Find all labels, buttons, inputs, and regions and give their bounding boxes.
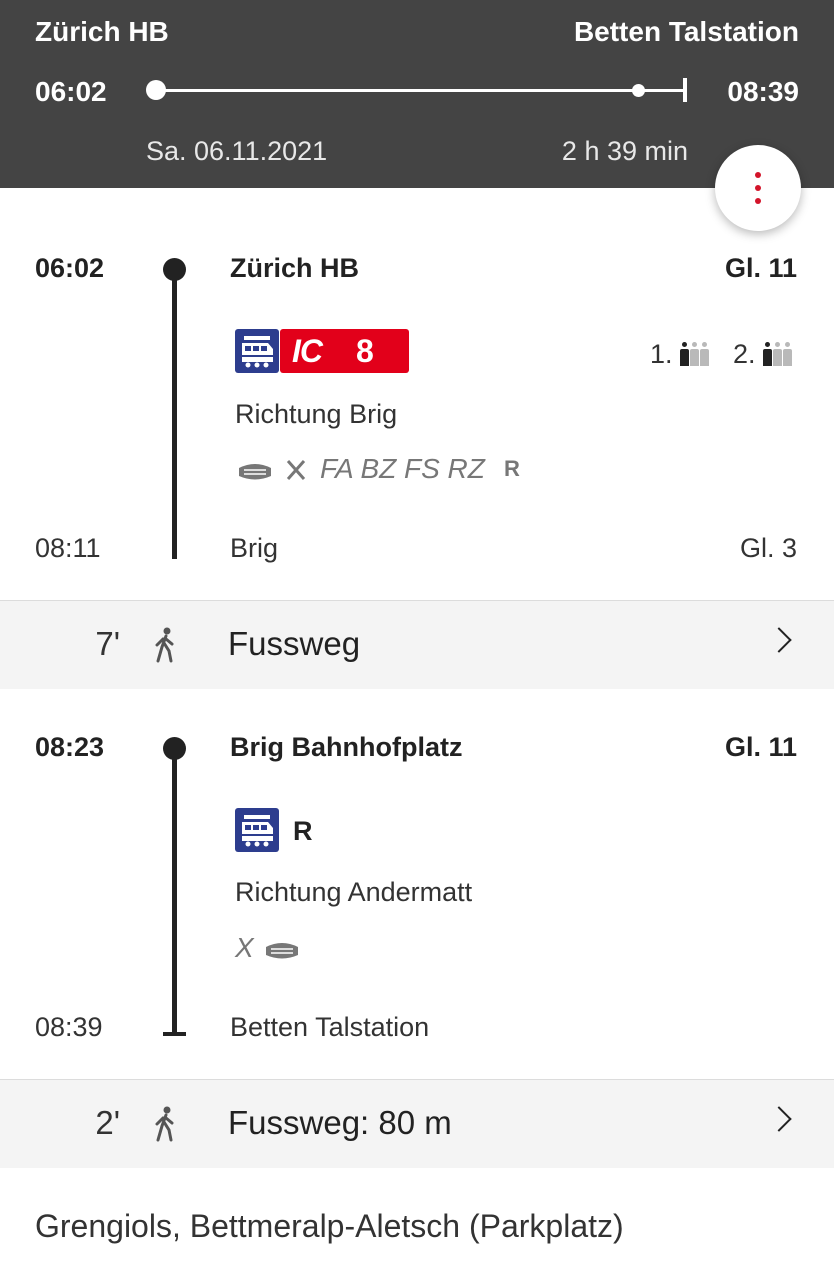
train-icon — [235, 329, 279, 373]
more-options-button[interactable] — [715, 145, 801, 231]
person-icon — [763, 342, 773, 366]
leg-1-departure-stop: Zürich HB — [230, 253, 360, 283]
walking-icon — [152, 627, 180, 668]
leg-1-attributes: FA BZ FS RZ — [320, 453, 485, 484]
train-icon — [235, 808, 279, 852]
leg-2-route-line — [172, 747, 177, 1035]
leg-2-departure-stop: Brig Bahnhofplatz — [230, 732, 463, 762]
line-number: 8 — [356, 333, 374, 369]
leg-1-departure-time: 06:02 — [35, 253, 105, 283]
leg-2-direction: Richtung Andermatt — [235, 877, 473, 907]
travel-date: Sa. 06.11.2021 — [146, 136, 328, 166]
leg-1-departure-track: Gl. 11 — [724, 253, 797, 283]
walk-duration: 2' — [95, 1104, 120, 1141]
chevron-right-icon — [766, 1106, 792, 1132]
journey-transfer-dot — [632, 84, 645, 97]
chevron-right-icon — [766, 627, 792, 653]
leg-2-arrival-time: 08:39 — [35, 1012, 103, 1042]
leg-1-direction: Richtung Brig — [235, 399, 398, 429]
arrival-time: 08:39 — [727, 76, 799, 107]
journey-start-dot — [146, 80, 166, 100]
leg-1-route-line — [172, 268, 177, 559]
occupancy-second-class: 2. — [733, 339, 793, 370]
leg-1-arrival-time: 08:11 — [35, 533, 101, 563]
person-icon — [783, 342, 793, 366]
line-badge-ic8: IC 8 — [280, 329, 409, 373]
leg-2-arrival-stop: Betten Talstation — [230, 1012, 430, 1042]
leg-2-departure-time: 08:23 — [35, 732, 105, 762]
occupancy-first-class: 1. — [650, 339, 710, 370]
journey-end-marker — [683, 78, 687, 102]
walk-row-2[interactable]: 2' Fussweg: 80 m — [0, 1079, 834, 1168]
leg-2-attributes: X — [235, 932, 254, 963]
leg-2-end-marker — [163, 1032, 186, 1036]
origin-station: Zürich HB — [35, 16, 169, 47]
person-icon — [690, 342, 700, 366]
walk-label: Fussweg — [228, 625, 361, 662]
line-product: IC — [292, 333, 323, 369]
mask-icon — [236, 458, 274, 489]
person-icon — [773, 342, 783, 366]
person-icon — [680, 342, 690, 366]
walk-row-1[interactable]: 7' Fussweg — [0, 600, 834, 689]
connection-header: Zürich HB Betten Talstation 06:02 08:39 … — [0, 0, 834, 188]
line-label-r: R — [293, 816, 313, 846]
walk-label: Fussweg: 80 m — [228, 1104, 452, 1141]
reservation-marker: R — [504, 456, 520, 481]
leg-1-arrival-track: Gl. 3 — [739, 533, 797, 563]
departure-time: 06:02 — [35, 76, 107, 107]
destination-station: Betten Talstation — [573, 16, 799, 47]
mask-icon — [263, 937, 301, 968]
walk-duration: 7' — [95, 625, 120, 662]
restaurant-icon — [285, 458, 307, 487]
leg-2-departure-track: Gl. 11 — [724, 732, 797, 762]
walking-icon — [152, 1106, 180, 1147]
travel-duration: 2 h 39 min — [561, 136, 688, 166]
journey-progress-line — [156, 89, 684, 92]
final-destination: Grengiols, Bettmeralp-Aletsch (Parkplatz… — [35, 1208, 624, 1244]
person-icon — [700, 342, 710, 366]
leg-1-arrival-stop: Brig — [230, 533, 279, 563]
